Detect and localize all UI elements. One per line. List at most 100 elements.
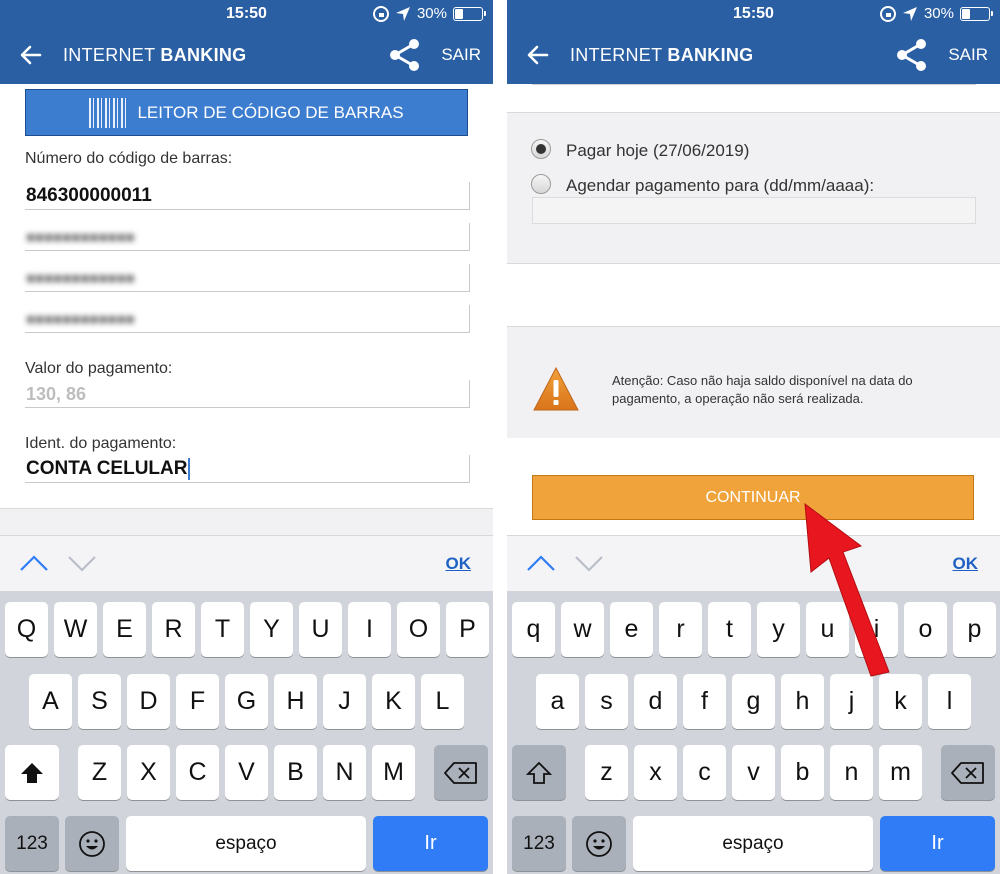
key-l[interactable]: L <box>421 674 464 729</box>
key-i[interactable]: i <box>855 602 898 657</box>
numbers-key[interactable]: 123 <box>512 816 566 871</box>
emoji-key[interactable] <box>572 816 626 871</box>
chevron-up-icon[interactable] <box>19 554 49 572</box>
key-n[interactable]: N <box>323 745 366 800</box>
numbers-key[interactable]: 123 <box>5 816 59 871</box>
chevron-up-icon[interactable] <box>526 554 556 572</box>
key-z[interactable]: z <box>585 745 628 800</box>
key-n[interactable]: n <box>830 745 873 800</box>
location-icon <box>902 6 918 22</box>
key-z[interactable]: Z <box>78 745 121 800</box>
shift-icon <box>21 762 43 783</box>
key-d[interactable]: D <box>127 674 170 729</box>
emoji-key[interactable] <box>65 816 119 871</box>
key-s[interactable]: S <box>78 674 121 729</box>
payment-id-label: Ident. do pagamento: <box>25 435 177 452</box>
ok-button[interactable]: OK <box>446 554 472 574</box>
key-k[interactable]: K <box>372 674 415 729</box>
key-e[interactable]: e <box>610 602 653 657</box>
key-t[interactable]: T <box>201 602 244 657</box>
key-s[interactable]: s <box>585 674 628 729</box>
key-o[interactable]: O <box>397 602 440 657</box>
battery-percent: 30% <box>923 5 954 22</box>
key-d[interactable]: d <box>634 674 677 729</box>
space-key[interactable]: espaço <box>633 816 873 871</box>
payment-id-field[interactable]: CONTA CELULAR <box>25 455 470 483</box>
key-f[interactable]: F <box>176 674 219 729</box>
key-u[interactable]: U <box>299 602 342 657</box>
key-w[interactable]: W <box>54 602 97 657</box>
shift-key[interactable] <box>5 745 59 800</box>
status-bar: 15:50 30% <box>507 0 1000 28</box>
key-b[interactable]: b <box>781 745 824 800</box>
exit-button[interactable]: SAIR <box>948 45 988 65</box>
key-g[interactable]: g <box>732 674 775 729</box>
keyboard: q w e r t y u i o p a s d f g h j k l z x c v b n m 123 espaço Ir <box>507 591 1000 874</box>
key-l[interactable]: l <box>928 674 971 729</box>
key-x[interactable]: X <box>127 745 170 800</box>
backspace-icon <box>951 761 984 784</box>
divider <box>532 84 976 85</box>
chevron-down-icon[interactable] <box>67 554 97 572</box>
key-k[interactable]: k <box>879 674 922 729</box>
schedule-date-input[interactable] <box>532 197 976 224</box>
key-p[interactable]: P <box>446 602 489 657</box>
shift-key[interactable] <box>512 745 566 800</box>
barcode-field-1[interactable]: 846300000011 <box>25 182 470 210</box>
space-key[interactable]: espaço <box>126 816 366 871</box>
go-key[interactable]: Ir <box>880 816 995 871</box>
key-v[interactable]: V <box>225 745 268 800</box>
key-i[interactable]: I <box>348 602 391 657</box>
key-t[interactable]: t <box>708 602 751 657</box>
back-arrow-icon[interactable] <box>525 42 551 68</box>
key-m[interactable]: m <box>879 745 922 800</box>
key-g[interactable]: G <box>225 674 268 729</box>
barcode-field-3[interactable]: ■■■■■■■■■■■■ <box>25 264 470 292</box>
key-h[interactable]: h <box>781 674 824 729</box>
key-a[interactable]: a <box>536 674 579 729</box>
key-h[interactable]: H <box>274 674 317 729</box>
go-key[interactable]: Ir <box>373 816 488 871</box>
share-icon[interactable] <box>895 38 929 72</box>
key-x[interactable]: x <box>634 745 677 800</box>
app-header: 15:50 30% INTERNET BANKING SAIR <box>0 0 493 84</box>
left-screen: 15:50 30% INTERNET BANKING SAIR LEITOR D… <box>0 0 493 874</box>
key-b[interactable]: B <box>274 745 317 800</box>
key-r[interactable]: R <box>152 602 195 657</box>
keyboard: Q W E R T Y U I O P A S D F G H J K L Z X C V B N M 123 espaço Ir <box>0 591 493 874</box>
key-v[interactable]: v <box>732 745 775 800</box>
key-j[interactable]: j <box>830 674 873 729</box>
pay-today-label: Pagar hoje (27/06/2019) <box>566 141 750 160</box>
schedule-radio[interactable] <box>531 174 551 194</box>
backspace-key[interactable] <box>941 745 995 800</box>
key-p[interactable]: p <box>953 602 996 657</box>
barcode-field-4[interactable]: ■■■■■■■■■■■■ <box>25 305 470 333</box>
key-y[interactable]: Y <box>250 602 293 657</box>
key-u[interactable]: u <box>806 602 849 657</box>
backspace-key[interactable] <box>434 745 488 800</box>
key-y[interactable]: y <box>757 602 800 657</box>
key-c[interactable]: C <box>176 745 219 800</box>
barcode-field-2[interactable]: ■■■■■■■■■■■■ <box>25 223 470 251</box>
chevron-down-icon[interactable] <box>574 554 604 572</box>
key-c[interactable]: c <box>683 745 726 800</box>
ok-button[interactable]: OK <box>953 554 979 574</box>
pay-today-radio[interactable] <box>531 139 551 159</box>
key-r[interactable]: r <box>659 602 702 657</box>
back-arrow-icon[interactable] <box>18 42 44 68</box>
key-j[interactable]: J <box>323 674 366 729</box>
exit-button[interactable]: SAIR <box>441 45 481 65</box>
amount-field[interactable]: 130, 86 <box>25 380 470 408</box>
key-f[interactable]: f <box>683 674 726 729</box>
continue-button[interactable]: CONTINUAR <box>532 475 974 520</box>
key-e[interactable]: E <box>103 602 146 657</box>
share-icon[interactable] <box>388 38 422 72</box>
right-screen: 15:50 30% INTERNET BANKING SAIR Pagar ho… <box>507 0 1000 874</box>
key-o[interactable]: o <box>904 602 947 657</box>
key-q[interactable]: Q <box>5 602 48 657</box>
key-a[interactable]: A <box>29 674 72 729</box>
key-q[interactable]: q <box>512 602 555 657</box>
barcode-reader-button[interactable]: LEITOR DE CÓDIGO DE BARRAS <box>25 89 468 136</box>
key-w[interactable]: w <box>561 602 604 657</box>
key-m[interactable]: M <box>372 745 415 800</box>
